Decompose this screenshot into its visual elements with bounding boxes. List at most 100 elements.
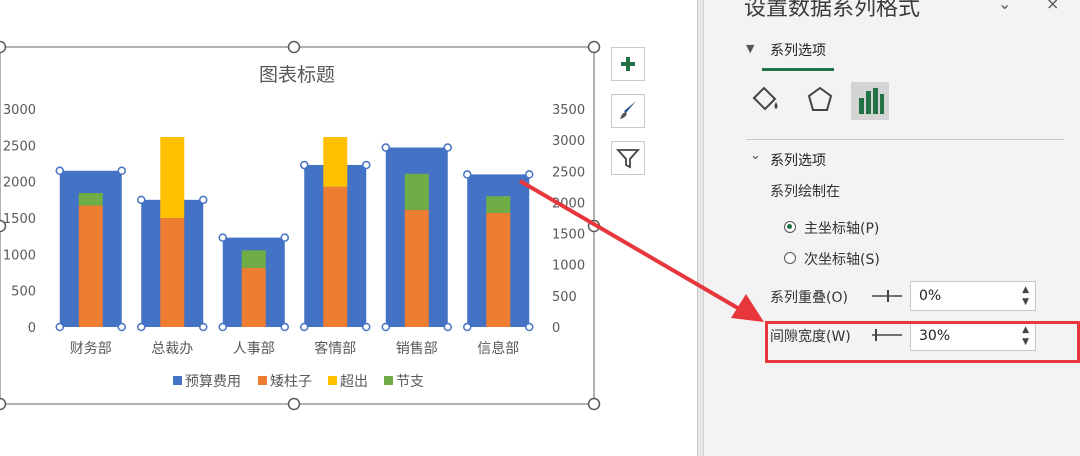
category-label: 人事部 xyxy=(233,341,275,357)
primary-tick-label: 1000 xyxy=(3,248,36,263)
chart-resize-handle[interactable] xyxy=(587,397,601,411)
chart-resize-handle[interactable] xyxy=(0,397,7,411)
secondary-tick-label: 2500 xyxy=(552,165,585,180)
series-point-handle[interactable] xyxy=(463,322,472,332)
fill-bucket-icon[interactable] xyxy=(748,82,784,118)
secondary-tick-label: 1500 xyxy=(552,228,585,243)
series-point-handle[interactable] xyxy=(463,170,472,179)
category-label: 信息部 xyxy=(477,340,519,357)
bar-矮柱子[interactable] xyxy=(78,205,103,327)
primary-tick-label: 3000 xyxy=(3,103,36,118)
chart-area[interactable]: 图表标题 3000 2500 2000 1500 1000 500 0 3500 3000 25… xyxy=(0,0,700,456)
radio-primary-label[interactable]: 主坐标轴(P) xyxy=(804,218,879,238)
bar-节支[interactable] xyxy=(404,173,429,210)
series-point-handle[interactable] xyxy=(381,143,390,152)
series-point-handle[interactable] xyxy=(362,160,371,170)
series-point-handle[interactable] xyxy=(199,322,208,332)
highlight-box xyxy=(765,321,1080,363)
chart-resize-handle[interactable] xyxy=(0,40,7,54)
series-options-tab-button[interactable] xyxy=(851,82,889,120)
radio-primary-axis[interactable] xyxy=(784,221,796,233)
legend-label: 预算费用 xyxy=(185,374,241,390)
series-point-handle[interactable] xyxy=(280,322,289,332)
plus-icon xyxy=(621,57,635,71)
bar-矮柱子[interactable] xyxy=(486,213,511,327)
pane-splitter[interactable] xyxy=(697,0,704,456)
legend-swatch xyxy=(384,376,393,385)
chart-resize-handle[interactable] xyxy=(587,219,601,233)
spin-arrows-icon[interactable]: ▲ ▼ xyxy=(1022,284,1029,308)
chevron-down-icon[interactable]: ⌄ xyxy=(998,0,1011,13)
bar-矮柱子[interactable] xyxy=(404,209,429,327)
radio-secondary-axis[interactable] xyxy=(784,252,796,264)
bar-矮柱子[interactable] xyxy=(323,186,348,327)
chart-resize-handle[interactable] xyxy=(587,40,601,54)
tab-underline xyxy=(762,68,834,71)
series-point-handle[interactable] xyxy=(525,322,534,332)
bar-节支[interactable] xyxy=(486,196,511,214)
legend-label: 矮柱子 xyxy=(270,374,312,390)
chart-styles-button[interactable] xyxy=(611,94,645,128)
secondary-tick-label: 2000 xyxy=(552,196,585,211)
series-point-handle[interactable] xyxy=(55,166,64,176)
series-point-handle[interactable] xyxy=(443,322,452,332)
series-point-handle[interactable] xyxy=(300,322,309,332)
overlap-slider-icon[interactable] xyxy=(870,287,904,305)
category-label: 总裁办 xyxy=(151,341,193,357)
category-label: 客情部 xyxy=(314,340,356,357)
series-point-handle[interactable] xyxy=(381,322,390,332)
legend-swatch xyxy=(258,376,267,385)
chart-resize-handle[interactable] xyxy=(287,40,301,54)
bar-节支[interactable] xyxy=(241,250,266,268)
format-data-series-pane: 设置数据系列格式 ⌄ × ▼ 系列选项 ⌄ 系列选项 系列绘制在 主坐标轴(P) xyxy=(704,0,1080,456)
chart-filters-button[interactable] xyxy=(611,141,645,175)
bar-矮柱子[interactable] xyxy=(160,218,185,327)
divider xyxy=(746,139,1064,140)
collapse-chevron-icon[interactable]: ⌄ xyxy=(750,148,761,163)
chart-elements-button[interactable] xyxy=(611,47,645,81)
secondary-tick-label: 3500 xyxy=(552,103,585,118)
primary-tick-label: 1500 xyxy=(3,212,36,227)
radio-secondary-label[interactable]: 次坐标轴(S) xyxy=(804,249,880,269)
series-overlap-input[interactable]: 0% ▲ ▼ xyxy=(910,281,1036,311)
series-point-handle[interactable] xyxy=(525,170,534,179)
close-icon[interactable]: × xyxy=(1046,0,1059,13)
bar-矮柱子[interactable] xyxy=(241,267,266,327)
pane-title: 设置数据系列格式 xyxy=(744,0,921,21)
bar-超出[interactable] xyxy=(323,137,348,187)
series-point-handle[interactable] xyxy=(218,233,227,242)
series-point-handle[interactable] xyxy=(280,233,289,242)
secondary-tick-label: 3000 xyxy=(552,134,585,149)
series-point-handle[interactable] xyxy=(362,322,371,332)
series-point-handle[interactable] xyxy=(117,322,126,332)
primary-tick-label: 2500 xyxy=(3,139,36,154)
secondary-tick-label: 500 xyxy=(552,290,577,305)
brush-icon xyxy=(620,101,636,119)
series-point-handle[interactable] xyxy=(443,143,452,152)
chart-resize-handle[interactable] xyxy=(287,397,301,411)
plot-series-on-label: 系列绘制在 xyxy=(770,184,840,200)
series-point-handle[interactable] xyxy=(137,195,146,205)
category-label: 财务部 xyxy=(70,341,112,357)
chart-resize-handle[interactable] xyxy=(0,219,7,233)
primary-tick-label: 500 xyxy=(11,285,36,300)
legend-label: 超出 xyxy=(340,374,368,390)
series-point-handle[interactable] xyxy=(300,160,309,170)
series-point-handle[interactable] xyxy=(55,322,64,332)
section-series-options[interactable]: 系列选项 xyxy=(770,150,826,170)
primary-tick-label: 2000 xyxy=(3,176,36,191)
series-point-handle[interactable] xyxy=(117,166,126,176)
pentagon-icon[interactable] xyxy=(802,82,838,118)
legend-label: 节支 xyxy=(396,374,424,390)
category-label: 销售部 xyxy=(396,341,438,357)
series-point-handle[interactable] xyxy=(137,322,146,332)
tab-series-options[interactable]: 系列选项 xyxy=(770,40,826,60)
bar-节支[interactable] xyxy=(78,193,103,206)
filter-icon xyxy=(615,149,641,169)
series-overlap-label: 系列重叠(O) xyxy=(770,290,848,306)
tab-arrow-icon: ▼ xyxy=(746,42,755,55)
bar-超出[interactable] xyxy=(160,137,185,218)
series-point-handle[interactable] xyxy=(199,195,208,205)
series-point-handle[interactable] xyxy=(218,322,227,332)
chart-title[interactable]: 图表标题 xyxy=(259,64,335,86)
